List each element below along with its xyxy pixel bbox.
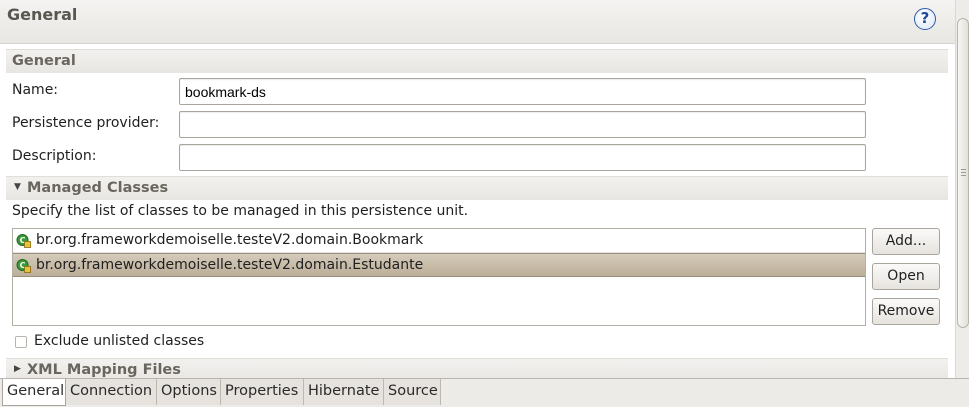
add-class-button[interactable]: Add... [872, 228, 940, 255]
exclude-unlisted-checkbox[interactable] [15, 336, 27, 348]
tab-properties[interactable]: Properties [221, 379, 304, 405]
vertical-scrollbar[interactable] [955, 0, 969, 378]
editor-tab-bar: General Connection Options Properties Hi… [0, 378, 969, 407]
tab-general[interactable]: General [2, 379, 66, 406]
class-name: br.org.frameworkdemoiselle.testeV2.domai… [36, 232, 424, 248]
persistence-provider-field[interactable] [179, 111, 866, 138]
name-field[interactable] [179, 78, 866, 105]
tab-hibernate[interactable]: Hibernate [304, 379, 384, 405]
expand-triangle-icon[interactable]: ▶ [14, 364, 21, 374]
help-icon[interactable]: ? [914, 8, 936, 30]
page-title: General [7, 5, 78, 24]
class-icon: C [16, 259, 31, 273]
xml-mapping-title: XML Mapping Files [27, 362, 181, 378]
grip-line [961, 169, 966, 170]
managed-classes-description: Specify the list of classes to be manage… [12, 203, 469, 219]
exclude-unlisted-label: Exclude unlisted classes [34, 333, 205, 349]
xml-mapping-section-header[interactable]: ▶ XML Mapping Files [6, 358, 948, 378]
list-item[interactable]: C br.org.frameworkdemoiselle.testeV2.dom… [13, 229, 865, 253]
tab-source[interactable]: Source [384, 379, 441, 405]
form-content: General Name: Persistence provider: Desc… [0, 44, 955, 378]
name-label: Name: [12, 82, 59, 98]
description-label: Description: [12, 148, 97, 164]
description-field[interactable] [179, 144, 866, 171]
editor-header: General ? [0, 0, 969, 44]
managed-classes-section-header[interactable]: ▼ Managed Classes [6, 176, 948, 200]
remove-class-button[interactable]: Remove [872, 298, 940, 325]
grip-line [961, 172, 966, 173]
managed-classes-list[interactable]: C br.org.frameworkdemoiselle.testeV2.dom… [12, 228, 866, 326]
class-icon: C [16, 234, 31, 248]
open-class-button[interactable]: Open [872, 263, 940, 290]
general-section-title: General [12, 53, 76, 69]
persistence-provider-label: Persistence provider: [12, 115, 160, 131]
collapse-triangle-icon[interactable]: ▼ [14, 182, 21, 192]
list-item[interactable]: C br.org.frameworkdemoiselle.testeV2.dom… [13, 253, 865, 277]
general-section-header: General [6, 49, 948, 73]
grip-line [961, 175, 966, 176]
tab-options[interactable]: Options [157, 379, 221, 405]
managed-classes-title: Managed Classes [27, 180, 169, 196]
class-name: br.org.frameworkdemoiselle.testeV2.domai… [36, 257, 424, 273]
tab-connection[interactable]: Connection [66, 379, 157, 405]
scrollbar-thumb[interactable] [957, 18, 969, 328]
